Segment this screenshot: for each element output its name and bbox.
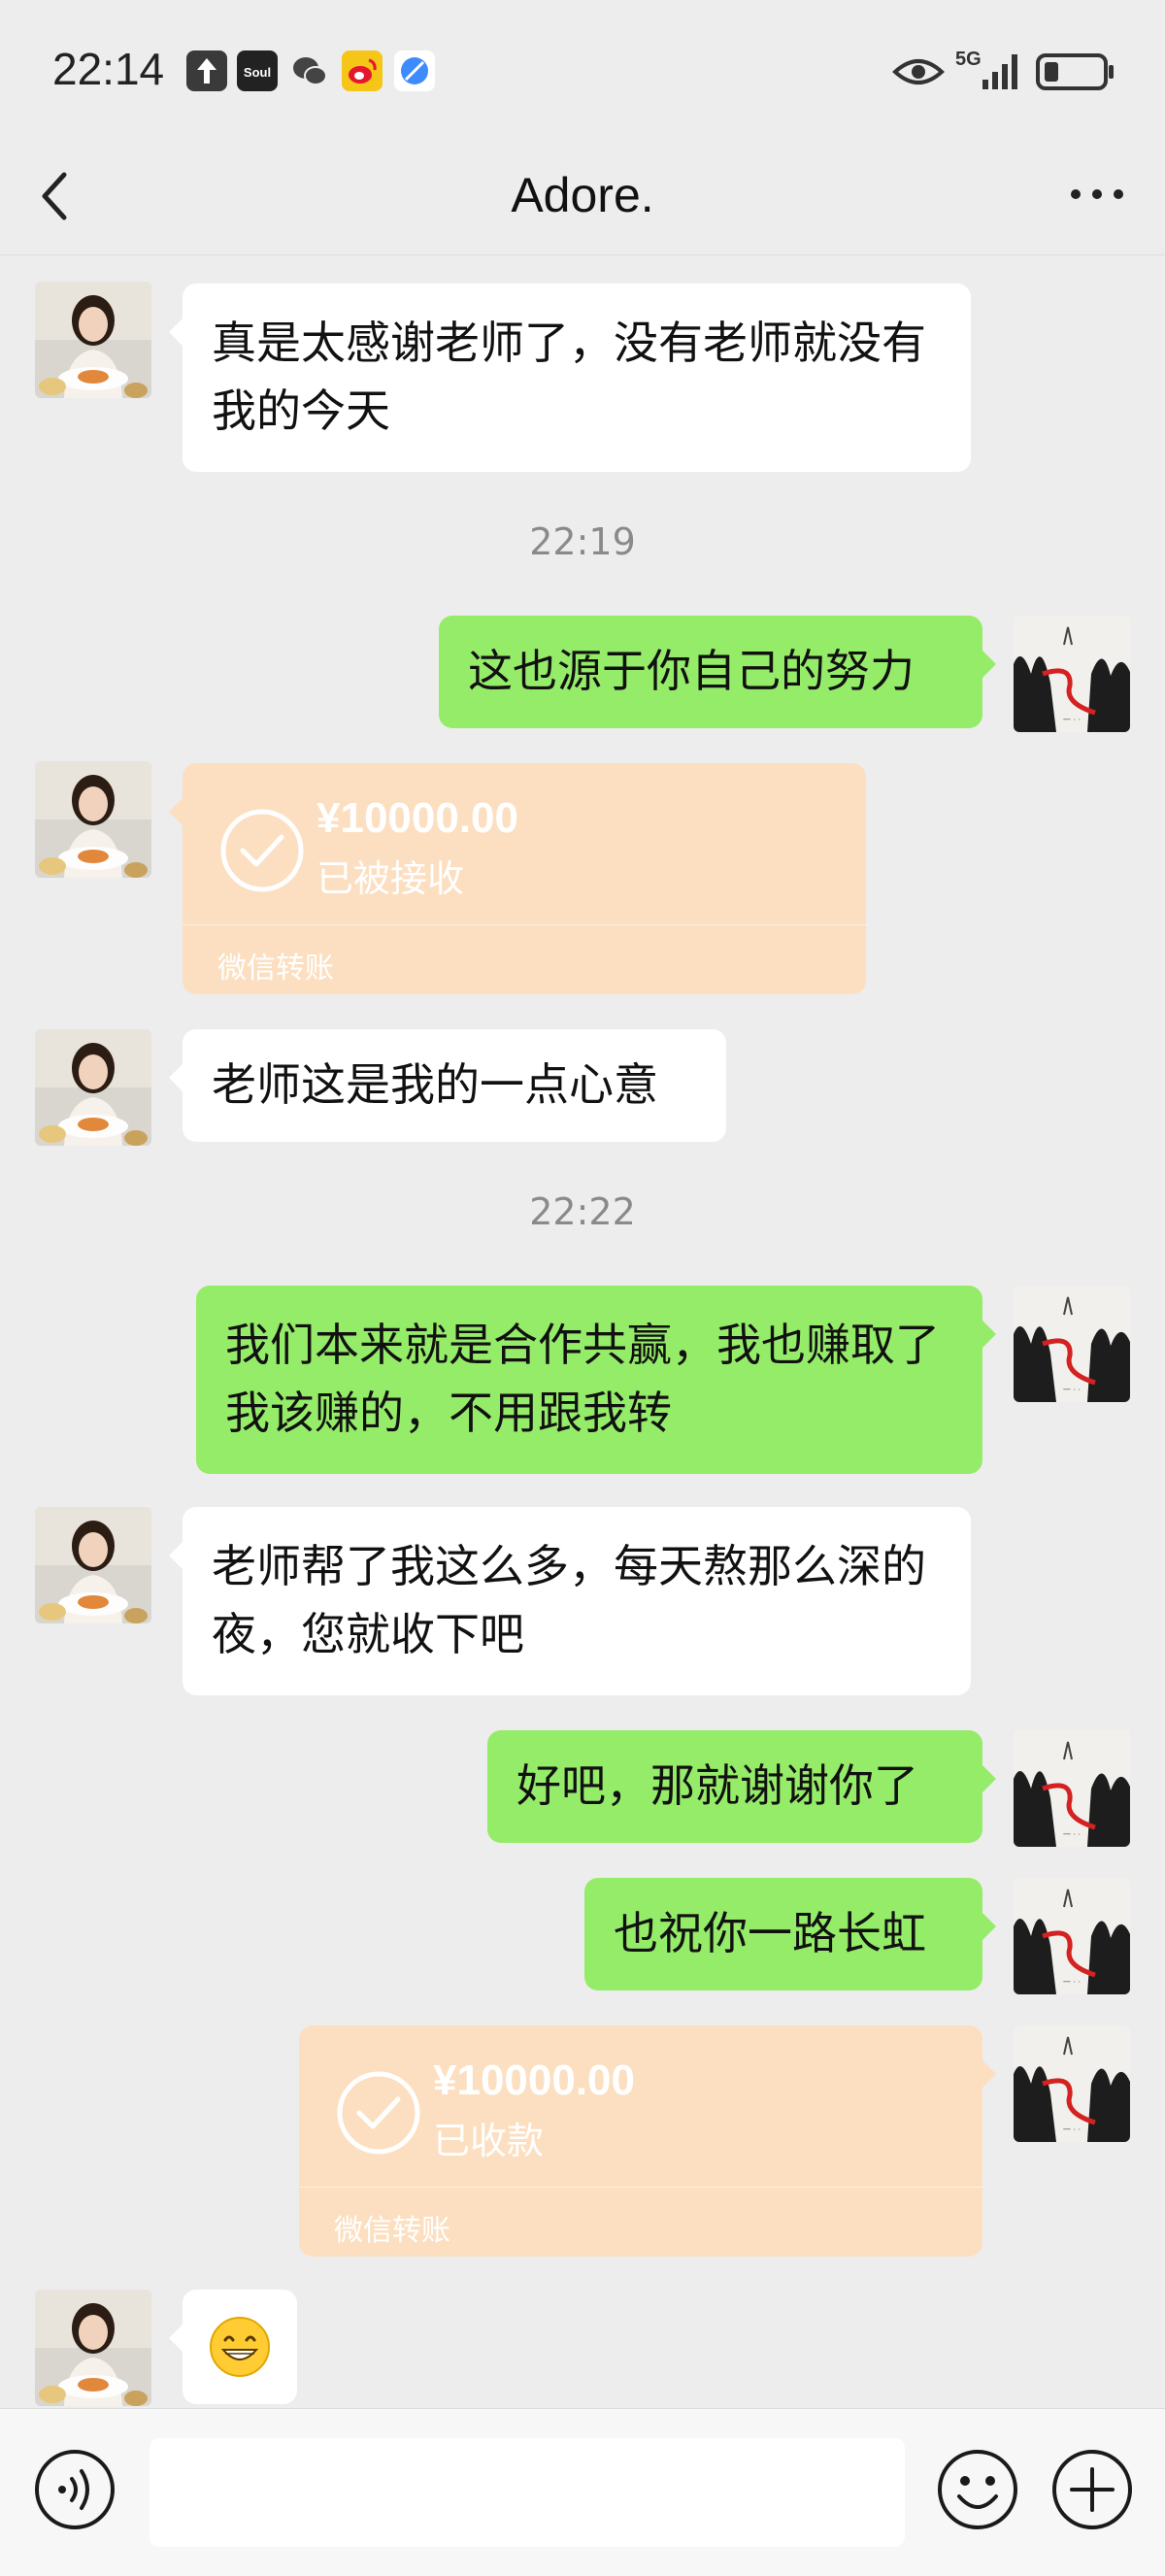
contact-avatar[interactable]: [35, 282, 151, 398]
my-avatar[interactable]: [1014, 2025, 1130, 2142]
transfer-card[interactable]: ¥10000.00 已收款 微信转账: [299, 2025, 996, 2257]
check-circle-icon: [337, 2071, 420, 2155]
contact-avatar[interactable]: [35, 2290, 151, 2406]
wechat-icon: [289, 50, 330, 91]
received-emoji-bubble[interactable]: [169, 2290, 297, 2404]
emoji-button[interactable]: [936, 2448, 1019, 2531]
transfer-divider: [183, 924, 866, 925]
voice-input-button[interactable]: [33, 2448, 116, 2531]
plus-circle-icon: [1052, 2450, 1132, 2529]
weibo-icon: [342, 50, 383, 91]
message-text-input[interactable]: [150, 2438, 905, 2547]
transfer-amount: ¥10000.00: [433, 2057, 635, 2104]
contact-avatar[interactable]: [35, 761, 151, 878]
more-icon: [1071, 189, 1123, 199]
smiley-icon: [938, 2450, 1017, 2529]
soul-app-icon: Soul: [237, 50, 278, 91]
my-avatar[interactable]: [1014, 616, 1130, 732]
transfer-status: 已收款: [433, 2120, 545, 2162]
eye-icon: [891, 54, 946, 89]
transfer-divider: [299, 2187, 982, 2188]
battery-icon: [1035, 52, 1116, 91]
transfer-label: 微信转账: [217, 952, 334, 986]
browser-icon: [394, 50, 435, 91]
my-avatar[interactable]: [1014, 1286, 1130, 1402]
sent-message-bubble[interactable]: 也祝你一路长虹: [584, 1878, 996, 1991]
more-button[interactable]: [1068, 184, 1126, 204]
sent-message-bubble[interactable]: 这也源于你自己的努力: [439, 616, 996, 728]
sent-message-bubble[interactable]: 好吧，那就谢谢你了: [487, 1730, 996, 1843]
signal-icon: 5G: [955, 49, 1023, 93]
transfer-card[interactable]: ¥10000.00 已被接收 微信转账: [169, 763, 866, 994]
my-avatar[interactable]: [1014, 1878, 1130, 1994]
more-functions-button[interactable]: [1050, 2448, 1134, 2531]
chat-title: Adore.: [511, 168, 654, 222]
transfer-status: 已被接收: [316, 857, 465, 900]
check-circle-icon: [220, 809, 304, 892]
status-time: 22:14: [52, 44, 165, 94]
received-message-bubble[interactable]: 老师帮了我这么多，每天熬那么深的夜，您就收下吧: [169, 1507, 971, 1695]
grinning-face-icon: [210, 2317, 270, 2377]
contact-avatar[interactable]: [35, 1507, 151, 1623]
contact-avatar[interactable]: [35, 1029, 151, 1146]
received-message-bubble[interactable]: 老师这是我的一点心意: [169, 1029, 726, 1142]
received-message-bubble[interactable]: 真是太感谢老师了，没有老师就没有我的今天: [169, 284, 971, 472]
timestamp-label: 22:19: [529, 520, 636, 563]
transfer-amount: ¥10000.00: [316, 794, 518, 842]
svg-text:Soul: Soul: [244, 65, 271, 80]
timestamp-label: 22:22: [529, 1190, 636, 1233]
message-input-bar: [0, 2408, 1165, 2576]
upload-icon: [186, 50, 227, 91]
status-bar: 22:14 Soul 5G: [0, 0, 1165, 146]
my-avatar[interactable]: [1014, 1730, 1130, 1847]
transfer-label: 微信转账: [334, 2214, 450, 2248]
voice-icon: [35, 2450, 115, 2529]
chat-header: Adore.: [0, 146, 1165, 255]
sent-message-bubble[interactable]: 我们本来就是合作共赢，我也赚取了我该赚的，不用跟我转: [196, 1286, 996, 1474]
